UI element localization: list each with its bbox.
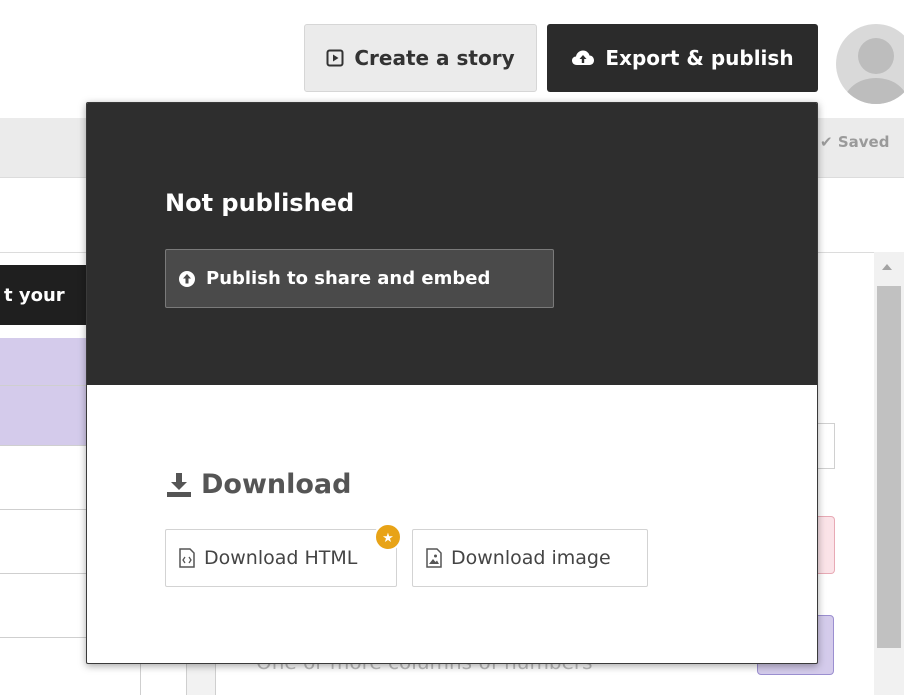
- export-publish-dropdown: Not published Publish to share and embed…: [86, 102, 818, 664]
- background-step-tab-label: t your: [4, 284, 65, 306]
- saved-label: Saved: [837, 133, 890, 151]
- avatar-body-shape: [844, 78, 904, 104]
- background-step-tab[interactable]: t your: [0, 265, 90, 325]
- scrollbar-thumb[interactable]: [877, 286, 901, 648]
- publish-button[interactable]: Publish to share and embed: [165, 249, 554, 308]
- star-icon: ★: [374, 523, 402, 551]
- user-avatar[interactable]: [836, 24, 904, 104]
- table-row: [0, 446, 90, 510]
- background-pink-box: [817, 516, 835, 574]
- play-square-icon: [326, 49, 344, 67]
- table-row: [0, 574, 90, 638]
- table-row: [0, 338, 90, 386]
- create-story-button[interactable]: Create a story: [304, 24, 537, 92]
- table-row: [0, 386, 90, 446]
- background-input-box: [817, 423, 835, 469]
- background-column-cell: [186, 660, 216, 695]
- publish-section: Not published Publish to share and embed: [87, 103, 817, 385]
- download-html-button[interactable]: Download HTML: [165, 529, 397, 587]
- background-divider: [140, 660, 141, 695]
- export-publish-label: Export & publish: [605, 46, 794, 70]
- download-image-label: Download image: [451, 547, 611, 569]
- image-file-icon: [426, 548, 442, 568]
- export-publish-button[interactable]: Export & publish: [547, 24, 818, 92]
- download-heading-label: Download: [201, 469, 352, 500]
- arrow-up-circle-icon: [179, 270, 195, 287]
- cloud-upload-icon: [572, 50, 595, 65]
- saved-indicator: ✔ Saved: [820, 133, 889, 151]
- download-html-label: Download HTML: [204, 547, 358, 569]
- table-row: [0, 510, 90, 574]
- code-file-icon: [179, 548, 195, 568]
- download-icon: [167, 472, 191, 497]
- publish-button-label: Publish to share and embed: [206, 268, 491, 289]
- top-bar: Create a story Export & publish: [0, 0, 904, 118]
- avatar-head-shape: [858, 38, 894, 74]
- download-image-button[interactable]: Download image: [412, 529, 648, 587]
- publish-status-title: Not published: [165, 189, 355, 217]
- check-icon: ✔: [820, 133, 833, 151]
- scroll-up-arrow-icon[interactable]: [882, 264, 892, 270]
- create-story-label: Create a story: [354, 46, 515, 70]
- download-heading: Download: [165, 469, 351, 500]
